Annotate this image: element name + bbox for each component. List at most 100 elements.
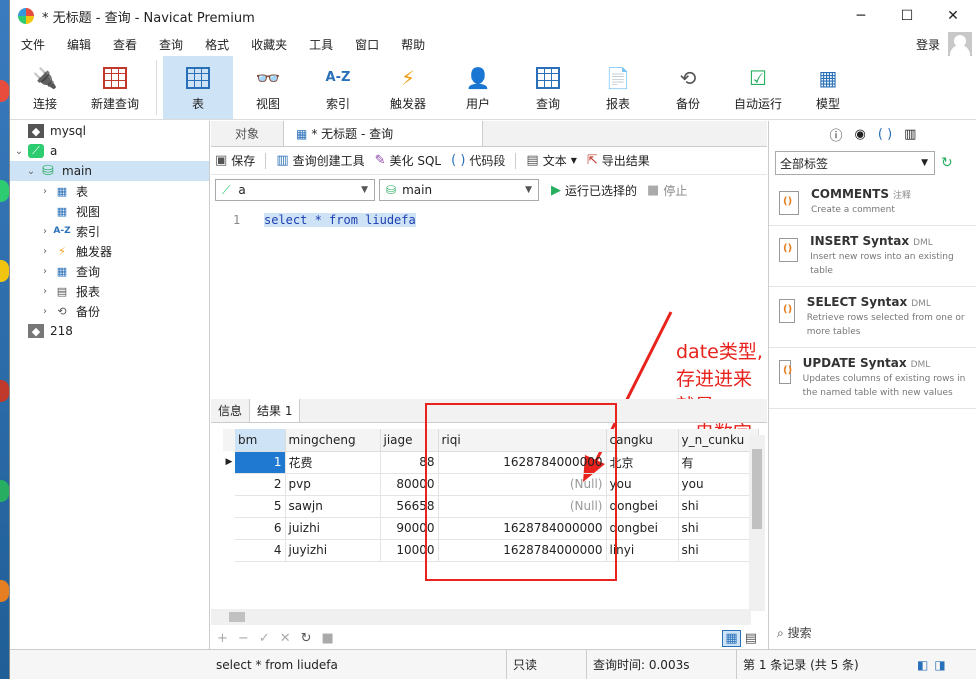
sql-text[interactable]: select * from liudefa: [264, 213, 416, 227]
toolbar-connect-button[interactable]: 🔌 连接: [10, 56, 80, 119]
tree-item-218[interactable]: ◆ 218: [10, 321, 209, 341]
info-icon[interactable]: ⓘ: [830, 125, 843, 144]
tree-item-indexes[interactable]: › A-Z 索引: [10, 221, 209, 241]
tree-item-tables[interactable]: › ▦ 表: [10, 181, 209, 201]
refresh-icon[interactable]: ↻: [301, 631, 312, 646]
beautify-sql-button[interactable]: ✎ 美化 SQL: [375, 152, 441, 169]
form-view-icon[interactable]: ▤: [745, 631, 757, 646]
column-header-mingcheng[interactable]: mingcheng: [285, 429, 381, 452]
tab-info[interactable]: 信息: [211, 399, 251, 422]
chevron-right-icon[interactable]: ›: [38, 306, 52, 317]
chevron-right-icon[interactable]: ›: [38, 186, 52, 197]
table-cell[interactable]: shi: [678, 517, 759, 540]
table-cell[interactable]: 6: [235, 517, 286, 540]
menu-format[interactable]: 格式: [194, 36, 240, 53]
toolbar-report-button[interactable]: 📄 报表: [583, 56, 653, 119]
stop-icon[interactable]: ■: [322, 631, 334, 646]
maximize-button[interactable]: ☐: [884, 0, 930, 32]
save-button[interactable]: ▣ 保存: [215, 152, 255, 169]
table-cell[interactable]: 1: [235, 451, 286, 474]
tree-item-a[interactable]: ⌄ ⟋ a: [10, 141, 209, 161]
toolbar-backup-button[interactable]: ⟲ 备份: [653, 56, 723, 119]
table-cell[interactable]: pvp: [285, 473, 381, 496]
cancel-icon[interactable]: ✕: [280, 631, 291, 646]
tree-item-mysql[interactable]: ◆ mysql: [10, 121, 209, 141]
menu-help[interactable]: 帮助: [390, 36, 436, 53]
tree-item-reports[interactable]: › ▤ 报表: [10, 281, 209, 301]
close-button[interactable]: ✕: [930, 0, 976, 32]
tree-item-backups[interactable]: › ⟲ 备份: [10, 301, 209, 321]
panel-toggle-icon[interactable]: ◨: [934, 658, 945, 672]
tab-query[interactable]: ▦ * 无标题 - 查询: [283, 121, 483, 146]
table-cell[interactable]: juyizhi: [285, 539, 381, 562]
code-snippet-button[interactable]: ( ) 代码段: [451, 152, 505, 169]
chevron-right-icon[interactable]: ›: [38, 286, 52, 297]
table-cell[interactable]: you: [678, 473, 759, 496]
toolbar-autorun-button[interactable]: ☑ 自动运行: [723, 56, 793, 119]
tree-item-queries[interactable]: › ▦ 查询: [10, 261, 209, 281]
toolbar-user-button[interactable]: 👤 用户: [443, 56, 513, 119]
chevron-down-icon[interactable]: ⌄: [12, 146, 26, 157]
tag-filter-select[interactable]: 全部标签 ▼: [775, 151, 935, 175]
avatar[interactable]: [948, 32, 972, 56]
chevron-down-icon[interactable]: ⌄: [24, 166, 38, 177]
toolbar-trigger-button[interactable]: ⚡ 触发器: [373, 56, 443, 119]
grid-view-icon[interactable]: ▦: [722, 629, 741, 647]
export-result-button[interactable]: ⇱ 导出结果: [587, 152, 650, 169]
tree-item-main[interactable]: ⌄ ⛁ main: [10, 161, 209, 181]
snippet-search[interactable]: ⌕ 搜索: [777, 624, 812, 641]
toolbar-table-button[interactable]: 表: [163, 56, 233, 119]
connection-select[interactable]: ⟋ a ▼: [215, 179, 375, 201]
query-builder-button[interactable]: ▥ 查询创建工具: [276, 152, 364, 169]
table-cell[interactable]: 5: [235, 495, 286, 518]
add-row-icon[interactable]: +: [217, 631, 228, 646]
sql-editor[interactable]: 1 select * from liudefa date类型, 存进进来就是 一…: [211, 207, 767, 482]
grid-mode-icon[interactable]: ▥: [904, 127, 916, 142]
table-cell[interactable]: 4: [235, 539, 286, 562]
stop-button[interactable]: ■ 停止: [647, 182, 687, 199]
text-button[interactable]: ▤ 文本 ▼: [526, 152, 576, 169]
column-header-bm[interactable]: bm: [235, 429, 286, 452]
table-cell[interactable]: shi: [678, 539, 759, 562]
login-link[interactable]: 登录: [916, 36, 940, 53]
chevron-right-icon[interactable]: ›: [38, 246, 52, 257]
menu-window[interactable]: 窗口: [344, 36, 390, 53]
delete-row-icon[interactable]: −: [238, 631, 249, 646]
toolbar-view-button[interactable]: 👓 视图: [233, 56, 303, 119]
apply-icon[interactable]: ✓: [259, 631, 270, 646]
horizontal-scrollbar[interactable]: [211, 609, 751, 625]
snippet-comments[interactable]: COMMENTS注释 Create a comment: [769, 179, 976, 226]
column-header-y-n-cunku[interactable]: y_n_cunku: [678, 429, 759, 452]
menu-tools[interactable]: 工具: [298, 36, 344, 53]
menu-favorites[interactable]: 收藏夹: [240, 36, 298, 53]
scroll-thumb[interactable]: [229, 612, 245, 622]
menu-view[interactable]: 查看: [102, 36, 148, 53]
menu-file[interactable]: 文件: [10, 36, 56, 53]
run-selected-button[interactable]: ▶ 运行已选择的: [551, 182, 637, 199]
snippet-select[interactable]: SELECT SyntaxDML Retrieve rows selected …: [769, 287, 976, 348]
minimize-button[interactable]: ─: [838, 0, 884, 32]
tree-item-views[interactable]: ▦ 视图: [10, 201, 209, 221]
menu-query[interactable]: 查询: [148, 36, 194, 53]
snippet-mode-icon[interactable]: ( ): [878, 127, 892, 142]
toolbar-query-button[interactable]: 查询: [513, 56, 583, 119]
tab-result-1[interactable]: 结果 1: [250, 399, 301, 422]
chevron-right-icon[interactable]: ›: [38, 226, 52, 237]
toolbar-index-button[interactable]: A-Z 索引: [303, 56, 373, 119]
tab-objects[interactable]: 对象: [211, 121, 283, 146]
table-cell[interactable]: shi: [678, 495, 759, 518]
tree-item-triggers[interactable]: › ⚡ 触发器: [10, 241, 209, 261]
snippet-insert[interactable]: INSERT SyntaxDML Insert new rows into an…: [769, 226, 976, 287]
panel-toggle-icon[interactable]: ◧: [917, 658, 928, 672]
table-cell[interactable]: juizhi: [285, 517, 381, 540]
table-cell[interactable]: 2: [235, 473, 286, 496]
menu-edit[interactable]: 编辑: [56, 36, 102, 53]
eye-icon[interactable]: ◉: [855, 127, 866, 142]
vertical-scrollbar[interactable]: [749, 435, 765, 611]
table-cell[interactable]: 有: [678, 451, 759, 474]
toolbar-model-button[interactable]: ▦ 模型: [793, 56, 863, 119]
toolbar-new-query-button[interactable]: 新建查询: [80, 56, 150, 119]
snippet-update[interactable]: UPDATE SyntaxDML Updates columns of exis…: [769, 348, 976, 409]
table-cell[interactable]: sawjn: [285, 495, 381, 518]
chevron-right-icon[interactable]: ›: [38, 266, 52, 277]
